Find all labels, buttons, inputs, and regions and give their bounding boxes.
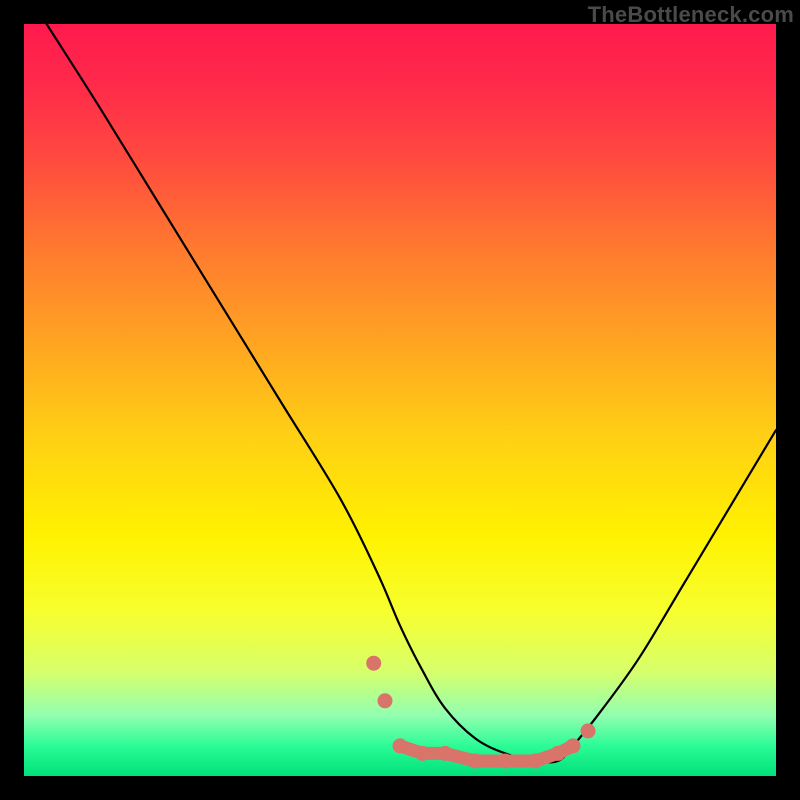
bottleneck-fit-band-point	[528, 754, 543, 769]
bottleneck-fit-band-point	[366, 656, 381, 671]
bottleneck-fit-band-point	[550, 746, 565, 761]
chart-svg	[24, 24, 776, 776]
bottleneck-fit-band-point	[393, 738, 408, 753]
bottleneck-fit-band-point	[581, 723, 596, 738]
bottleneck-fit-band-point	[378, 693, 393, 708]
bottleneck-fit-band-point	[438, 746, 453, 761]
bottleneck-fit-band-point	[415, 746, 430, 761]
chart-frame	[24, 24, 776, 776]
bottleneck-fit-band	[366, 656, 595, 769]
watermark-text: TheBottleneck.com	[588, 2, 794, 28]
bottleneck-fit-band-point	[498, 754, 513, 769]
bottleneck-fit-band-point	[468, 754, 483, 769]
bottleneck-curve-line	[47, 24, 776, 762]
bottleneck-fit-band-point	[566, 738, 581, 753]
